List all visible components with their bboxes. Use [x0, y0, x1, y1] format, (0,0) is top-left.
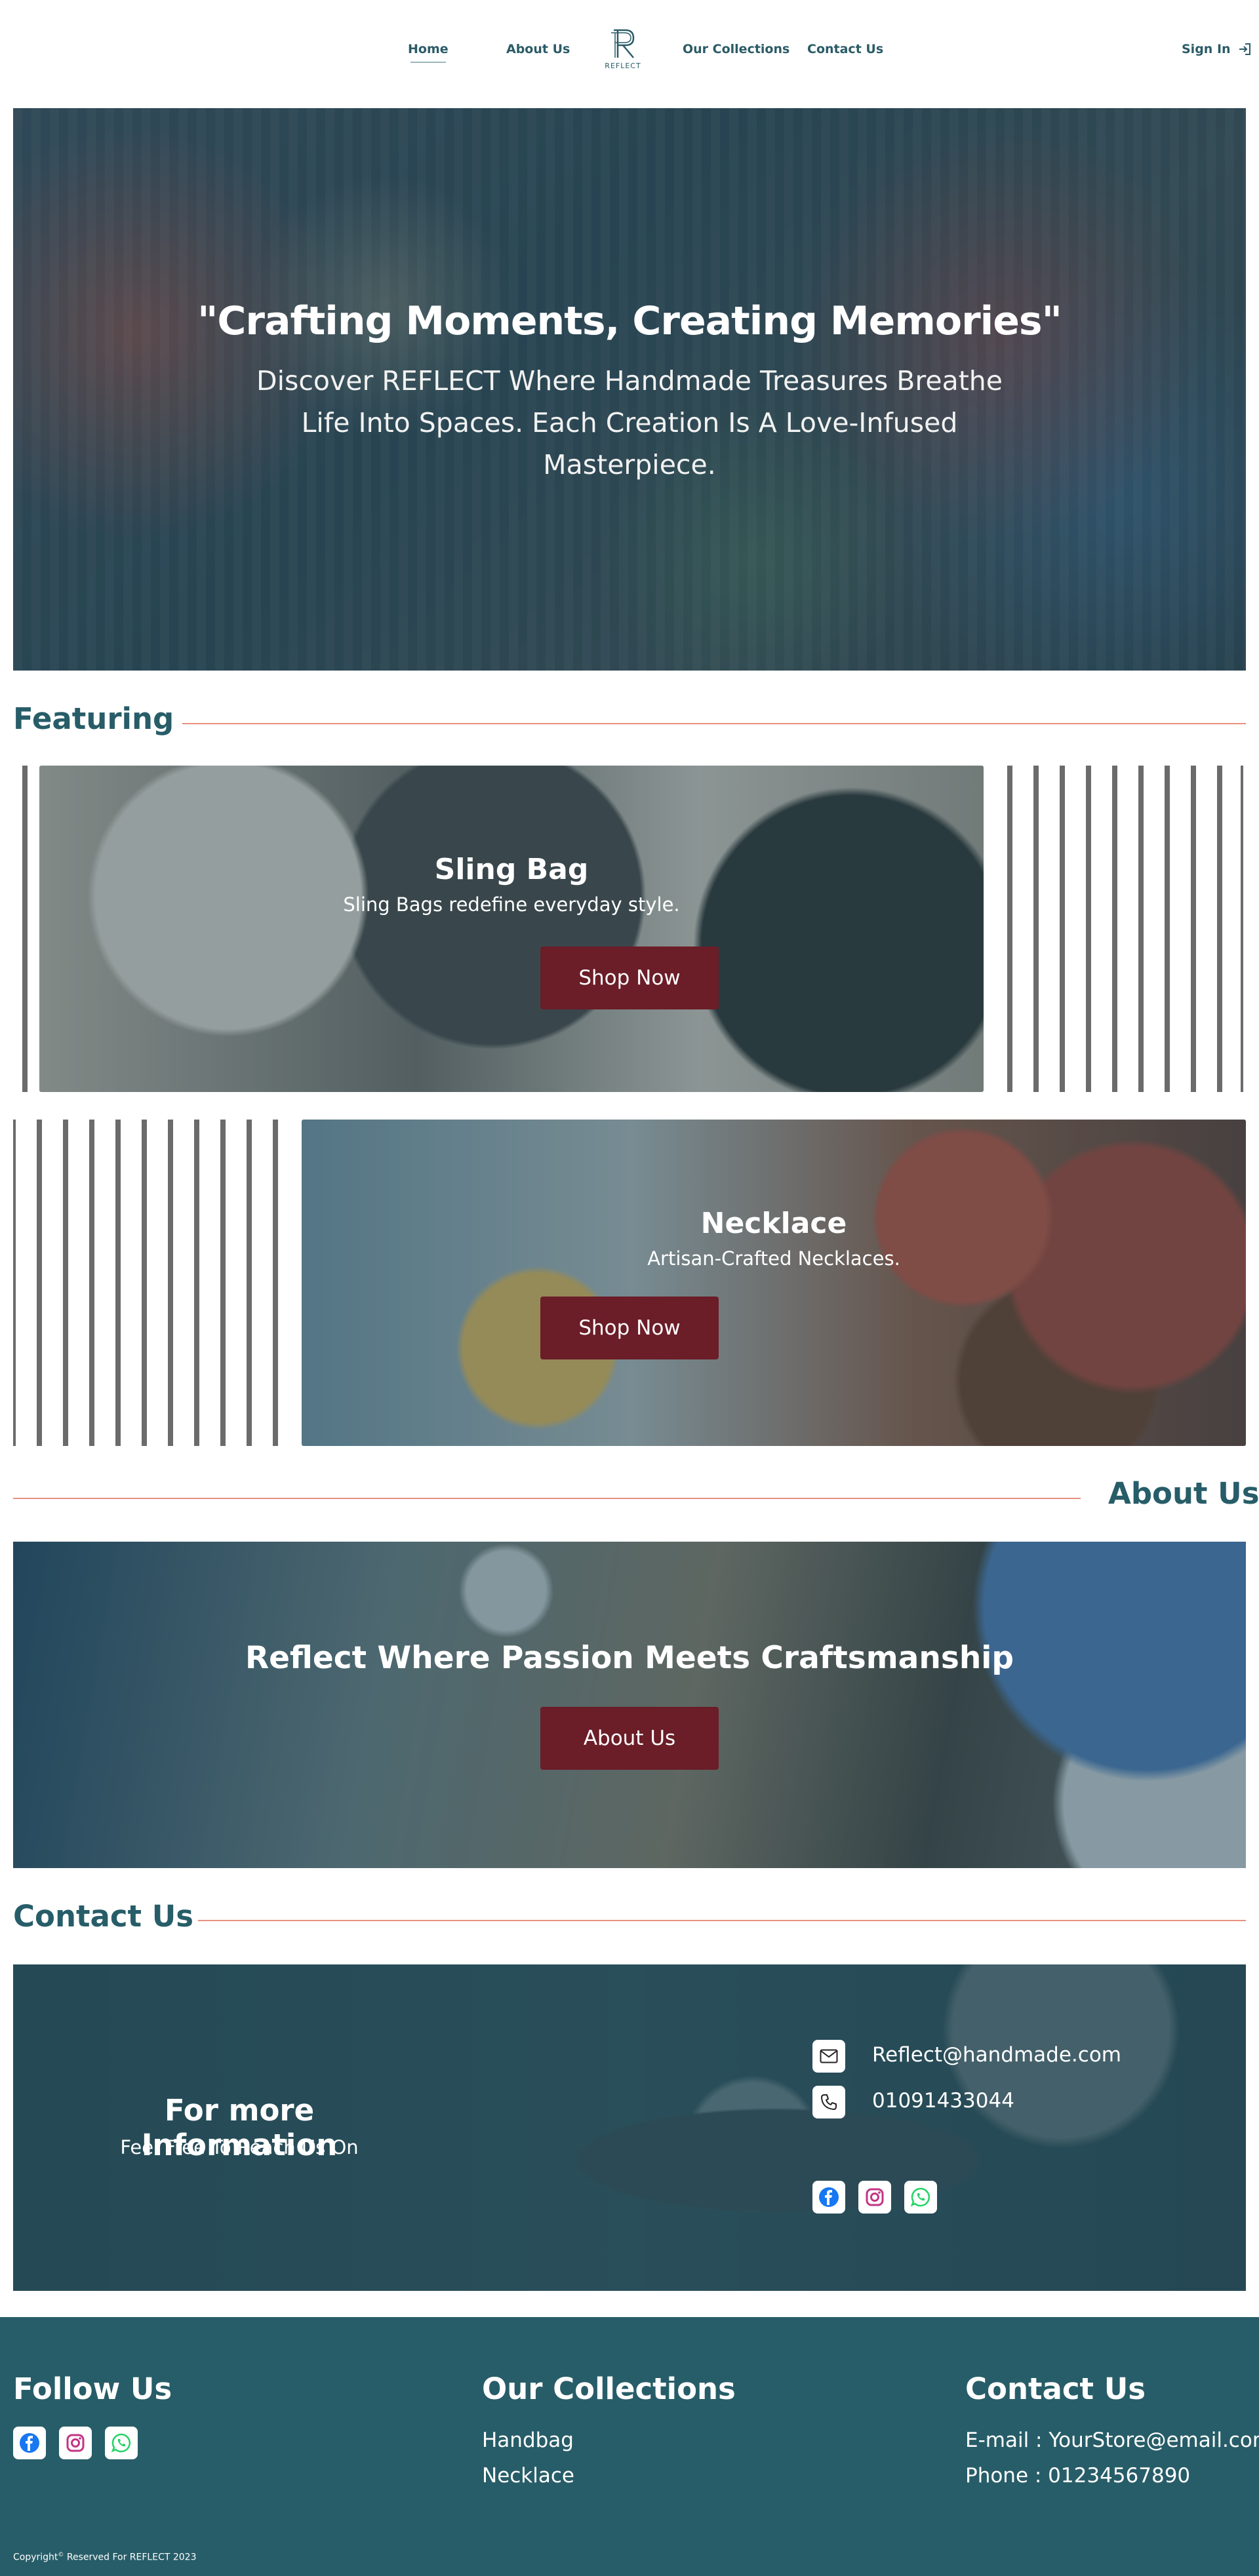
sign-in-link[interactable]: Sign In	[1182, 42, 1252, 56]
footer-collections-heading: Our Collections	[482, 2371, 736, 2406]
featuring-heading: Featuring	[13, 701, 174, 736]
nav-about-us[interactable]: About Us	[506, 42, 570, 56]
contact-email[interactable]: Reflect@handmade.com	[872, 2043, 1121, 2067]
hero-banner: "Crafting Moments, Creating Memories" Di…	[13, 108, 1246, 671]
about-us-button[interactable]: About Us	[540, 1707, 719, 1770]
hero-title: "Crafting Moments, Creating Memories"	[197, 298, 1062, 344]
feature-card-necklace: Necklace Artisan-Crafted Necklaces. Shop…	[302, 1120, 1246, 1446]
navbar: Home About Us REFLECT Our Collections Co…	[0, 0, 1259, 105]
footer: Follow Us Our Collections Handbag Neckla…	[0, 2317, 1259, 2576]
contact-divider	[198, 1920, 1246, 1921]
decorative-stripes	[13, 1120, 289, 1446]
contact-phone[interactable]: 01091433044	[872, 2089, 1014, 2113]
decorative-stripes	[21, 766, 34, 1092]
footer-collection-link[interactable]: Handbag	[482, 2429, 574, 2452]
footer-phone: Phone : 01234567890	[965, 2464, 1191, 2488]
sign-in-icon	[1239, 43, 1250, 55]
contact-heading: Contact Us	[13, 1899, 194, 1934]
about-banner: Reflect Where Passion Meets Craftsmanshi…	[13, 1542, 1246, 1868]
feature-card-sling-bag: Sling Bag Sling Bags redefine everyday s…	[39, 766, 984, 1092]
about-heading: About Us	[1108, 1476, 1259, 1511]
brand-logo[interactable]: REFLECT	[603, 28, 643, 73]
footer-follow-heading: Follow Us	[13, 2371, 172, 2406]
hero-subtitle: Discover REFLECT Where Handmade Treasure…	[256, 365, 1003, 480]
whatsapp-icon[interactable]	[105, 2427, 138, 2459]
footer-collection-link[interactable]: Necklace	[482, 2464, 574, 2488]
copyright: Copyright© Reserved For REFLECT 2023	[13, 2552, 197, 2563]
mail-icon	[812, 2040, 845, 2073]
card-subtitle: Artisan-Crafted Necklaces.	[647, 1247, 900, 1270]
decorative-stripes	[1003, 766, 1246, 1092]
whatsapp-icon[interactable]	[904, 2181, 937, 2214]
facebook-icon[interactable]	[13, 2427, 46, 2459]
page: Home About Us REFLECT Our Collections Co…	[0, 0, 1259, 2576]
about-title: Reflect Where Passion Meets Craftsmanshi…	[245, 1640, 1014, 1676]
nav-our-collections[interactable]: Our Collections	[683, 42, 789, 56]
card-title: Sling Bag	[434, 853, 589, 886]
about-divider	[13, 1498, 1081, 1499]
card-subtitle: Sling Bags redefine everyday style.	[343, 893, 680, 916]
contact-panel: For more Information Feel Free To Reach …	[13, 1964, 1246, 2291]
logo-icon	[611, 29, 635, 58]
phone-icon	[812, 2086, 845, 2118]
card-title: Necklace	[700, 1207, 847, 1240]
facebook-icon[interactable]	[812, 2181, 845, 2214]
nav-contact-us[interactable]: Contact Us	[807, 42, 883, 56]
sign-in-label: Sign In	[1182, 42, 1231, 56]
footer-email: E-mail : YourStore@email.com	[965, 2429, 1259, 2452]
contact-info-subtitle: Feel Free To Reach Us On	[120, 2136, 359, 2158]
shop-now-button[interactable]: Shop Now	[540, 946, 719, 1009]
logo-text: REFLECT	[605, 62, 641, 70]
featuring-divider	[182, 723, 1246, 724]
nav-home[interactable]: Home	[408, 42, 449, 63]
footer-contact-heading: Contact Us	[965, 2371, 1146, 2406]
shop-now-button[interactable]: Shop Now	[540, 1297, 719, 1359]
instagram-icon[interactable]	[858, 2181, 891, 2214]
instagram-icon[interactable]	[59, 2427, 92, 2459]
